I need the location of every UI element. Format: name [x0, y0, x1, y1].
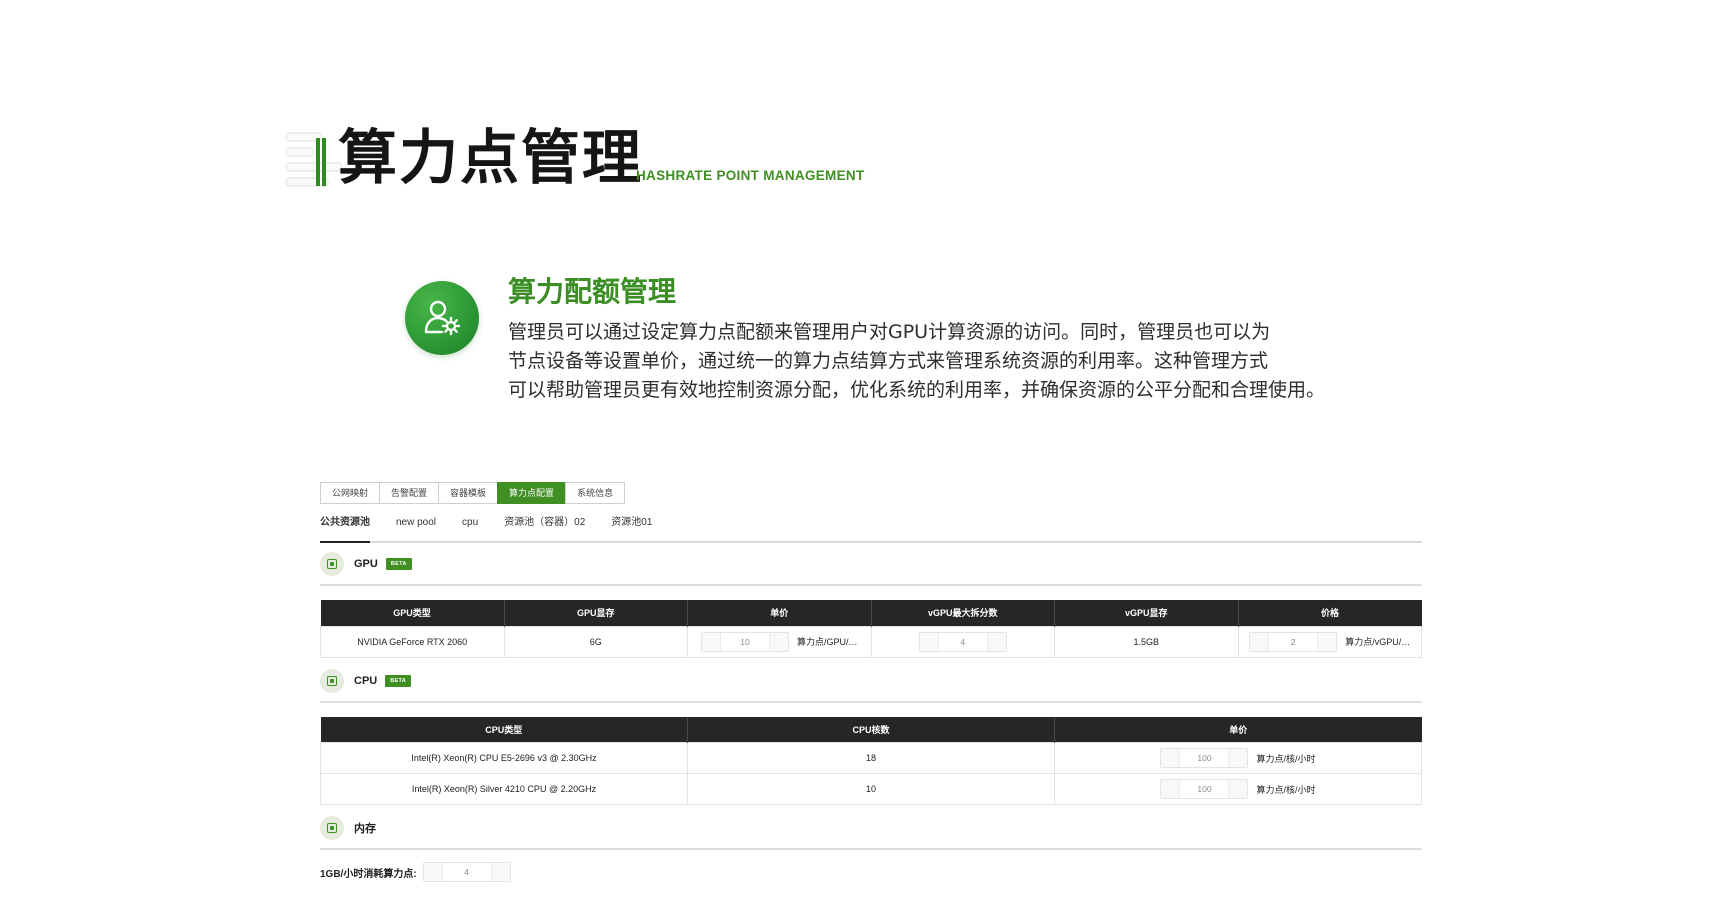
- chip-icon: [320, 668, 344, 693]
- pool-tab-container-02[interactable]: 资源池（容器）02: [504, 516, 585, 541]
- header-accent-bar: [316, 138, 320, 186]
- cpu-type-cell: Intel(R) Xeon(R) CPU E5-2696 v3 @ 2.30GH…: [320, 742, 688, 774]
- increment-button[interactable]: [1317, 632, 1337, 651]
- decrement-button[interactable]: [701, 632, 721, 651]
- memory-section-title: 内存: [354, 823, 376, 835]
- gpu-memory-cell: 6G: [503, 625, 688, 658]
- gpu-price-cell: 10 算力点/GPU/…: [687, 625, 872, 658]
- vgpu-split-stepper[interactable]: 4: [918, 631, 1007, 652]
- vgpu-split-cell: 4: [870, 625, 1055, 658]
- chip-icon: [320, 552, 344, 576]
- table-row: Intel(R) Xeon(R) CPU E5-2696 v3 @ 2.30GH…: [320, 742, 1422, 774]
- cpu-price-stepper[interactable]: 100: [1160, 779, 1249, 799]
- decrement-button[interactable]: [1250, 632, 1270, 651]
- cpu-section-header: CPU BETA: [320, 666, 1422, 696]
- tab-alert-config[interactable]: 告警配置: [379, 482, 439, 504]
- pool-tab-cpu[interactable]: cpu: [462, 516, 478, 541]
- vgpu-price-stepper[interactable]: 2: [1249, 631, 1338, 652]
- feature-title: 算力配额管理: [508, 275, 677, 308]
- header-accent-bar: [322, 138, 326, 186]
- cpu-section-title: CPU: [354, 674, 378, 687]
- column-header: GPU显存: [504, 600, 688, 626]
- page-subtitle: HASHRATE POINT MANAGEMENT: [636, 168, 865, 183]
- table-row: Intel(R) Xeon(R) Silver 4210 CPU @ 2.20G…: [320, 773, 1422, 805]
- gpu-price-value[interactable]: 10: [721, 633, 769, 651]
- column-header: CPU核数: [687, 716, 1055, 743]
- tab-hashrate-config[interactable]: 算力点配置: [497, 482, 566, 504]
- cpu-price-value[interactable]: 100: [1180, 780, 1228, 798]
- column-header: vGPU最大拆分数: [871, 600, 1055, 626]
- tab-system-info[interactable]: 系统信息: [565, 482, 626, 504]
- decrement-button[interactable]: [1161, 749, 1181, 767]
- cpu-price-value[interactable]: 100: [1180, 749, 1228, 767]
- cpu-price-table: CPU类型 CPU核数 单价 Intel(R) Xeon(R) CPU E5-2…: [320, 716, 1422, 805]
- column-header: GPU类型: [320, 600, 505, 626]
- pool-tab-public[interactable]: 公共资源池: [320, 516, 370, 543]
- cpu-price-cell: 100 算力点/核/小时: [1054, 742, 1422, 774]
- column-header: 单价: [1054, 716, 1422, 743]
- gpu-section-title: GPU: [354, 558, 378, 570]
- section-divider: [320, 848, 1422, 850]
- feature-description: 管理员可以通过设定算力点配额来管理用户对GPU计算资源的访问。同时，管理员也可以…: [508, 318, 1388, 405]
- column-header: CPU类型: [320, 716, 688, 743]
- beta-badge: BETA: [385, 558, 412, 570]
- increment-button[interactable]: [986, 632, 1006, 651]
- description-line: 节点设备等设置单价，通过统一的算力点结算方式来管理系统资源的利用率。这种管理方式: [508, 350, 1269, 372]
- column-header: 价格: [1238, 600, 1422, 626]
- resource-pool-tabs: 公共资源池 new pool cpu 资源池（容器）02 资源池01: [320, 516, 1422, 543]
- decrement-button[interactable]: [919, 632, 939, 651]
- chip-icon: [320, 816, 344, 840]
- gpu-price-stepper[interactable]: 10: [700, 631, 789, 652]
- price-unit: 算力点/核/小时: [1256, 784, 1316, 795]
- increment-button[interactable]: [490, 863, 510, 881]
- settings-panel: 公网映射 告警配置 容器模板 算力点配置 系统信息 公共资源池 new pool…: [320, 482, 1422, 882]
- memory-price-stepper[interactable]: 4: [422, 862, 511, 882]
- price-unit: 算力点/核/小时: [1256, 753, 1316, 764]
- cpu-type-cell: Intel(R) Xeon(R) Silver 4210 CPU @ 2.20G…: [320, 773, 688, 805]
- memory-price-row: 1GB/小时消耗算力点: 4: [320, 862, 1422, 882]
- pool-tab-new-pool[interactable]: new pool: [396, 516, 436, 541]
- vgpu-memory-cell: 1.5GB: [1054, 625, 1239, 658]
- page-title: 算力点管理: [338, 123, 644, 192]
- vgpu-split-value[interactable]: 4: [939, 633, 987, 651]
- description-line: 可以帮助管理员更有效地控制资源分配，优化系统的利用率，并确保资源的公平分配和合理…: [508, 379, 1326, 401]
- settings-tab-bar: 公网映射 告警配置 容器模板 算力点配置 系统信息: [320, 482, 1422, 504]
- increment-button[interactable]: [1228, 780, 1248, 798]
- section-divider: [320, 700, 1422, 703]
- gpu-section-header: GPU BETA: [320, 549, 1422, 579]
- vgpu-price-value[interactable]: 2: [1269, 633, 1317, 651]
- cpu-cores-cell: 18: [687, 742, 1055, 774]
- cpu-price-stepper[interactable]: 100: [1160, 748, 1249, 768]
- gpu-type-cell: NVIDIA GeForce RTX 2060: [320, 625, 505, 658]
- user-gear-icon: [405, 281, 479, 355]
- pool-tab-01[interactable]: 资源池01: [611, 516, 652, 541]
- cpu-price-cell: 100 算力点/核/小时: [1054, 773, 1422, 805]
- gpu-price-table: GPU类型 GPU显存 单价 vGPU最大拆分数 vGPU显存 价格 NVIDI…: [320, 600, 1422, 658]
- tab-container-template[interactable]: 容器模板: [438, 482, 498, 504]
- increment-button[interactable]: [1228, 749, 1248, 767]
- increment-button[interactable]: [768, 632, 788, 651]
- tab-public-mapping[interactable]: 公网映射: [320, 482, 380, 504]
- column-header: 单价: [687, 600, 872, 626]
- price-unit: 算力点/GPU/…: [796, 637, 858, 647]
- description-line: 管理员可以通过设定算力点配额来管理用户对GPU计算资源的访问。同时，管理员也可以…: [508, 321, 1271, 343]
- memory-price-label: 1GB/小时消耗算力点:: [320, 868, 417, 880]
- decrement-button[interactable]: [423, 863, 443, 881]
- memory-price-value[interactable]: 4: [443, 863, 491, 881]
- price-unit: 算力点/vGPU/…: [1345, 637, 1411, 647]
- section-divider: [320, 584, 1422, 586]
- beta-badge: BETA: [385, 674, 411, 687]
- table-row: NVIDIA GeForce RTX 2060 6G 10 算力点/GPU/…: [320, 625, 1422, 658]
- memory-section-header: 内存: [320, 813, 1422, 843]
- cpu-cores-cell: 10: [687, 773, 1055, 805]
- decrement-button[interactable]: [1161, 780, 1181, 798]
- column-header: vGPU显存: [1054, 600, 1239, 626]
- vgpu-price-cell: 2 算力点/vGPU/…: [1237, 625, 1422, 658]
